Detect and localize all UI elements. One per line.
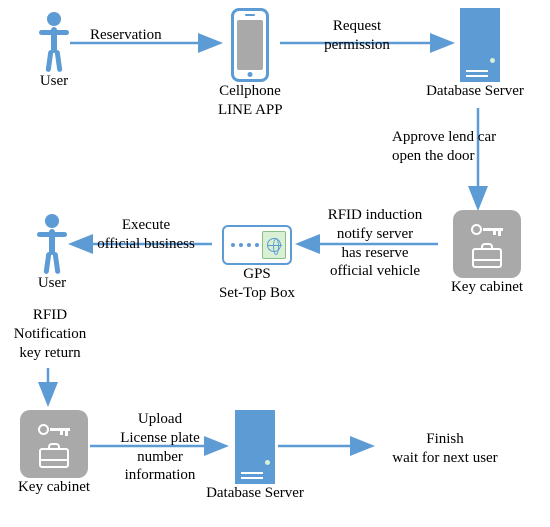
edge-execute: Execute official business — [86, 216, 206, 254]
edge-request: Request permission — [312, 17, 402, 55]
user-icon — [32, 214, 72, 274]
edge-rfid-l2: notify server — [315, 225, 435, 244]
user2-sub-l3: key return — [0, 344, 100, 363]
edge-execute-l1: Execute — [86, 216, 206, 235]
edge-rfid-l1: RFID induction — [315, 206, 435, 225]
phone-label-2: LINE APP — [218, 101, 282, 120]
edge-rfid: RFID induction notify server has reserve… — [315, 206, 435, 281]
user2-sub-l2: Notification — [0, 325, 100, 344]
key-cabinet-icon — [20, 410, 88, 478]
edge-approve-l2: open the door — [392, 147, 542, 166]
edge-approve: Approve lend car open the door — [392, 128, 542, 166]
cellphone-node: Cellphone LINE APP — [218, 8, 282, 120]
edge-request-l1: Request — [312, 17, 402, 36]
gps-label-1: GPS — [212, 265, 302, 284]
cabinet1-label: Key cabinet — [442, 278, 532, 297]
edge-request-l2: permission — [312, 36, 402, 55]
cellphone-icon — [231, 8, 269, 82]
cabinet2-label: Key cabinet — [14, 478, 94, 497]
phone-label-1: Cellphone — [218, 82, 282, 101]
edge-upload-l4: information — [105, 466, 215, 485]
server-node-2: Database Server — [200, 410, 310, 503]
server-icon — [235, 410, 275, 484]
edge-reservation: Reservation — [90, 26, 162, 45]
edge-upload-l1: Upload — [105, 410, 215, 429]
server1-label: Database Server — [420, 82, 530, 101]
user1-label: User — [24, 72, 84, 91]
key-cabinet-node-1: Key cabinet — [442, 210, 532, 297]
user-icon — [34, 12, 74, 72]
edge-upload-l2: License plate — [105, 429, 215, 448]
server2-label: Database Server — [200, 484, 310, 503]
edge-execute-l2: official business — [86, 235, 206, 254]
edge-approve-l1: Approve lend car — [392, 128, 542, 147]
edge-rfid-l4: official vehicle — [315, 262, 435, 281]
finish-l1: Finish — [370, 430, 520, 449]
finish-node: Finish wait for next user — [370, 430, 520, 468]
user2-sub: RFID Notification key return — [0, 306, 100, 362]
key-cabinet-node-2: Key cabinet — [14, 410, 94, 497]
server-node-1: Database Server — [430, 8, 530, 101]
gps-icon — [222, 225, 292, 265]
user-node-1: User — [24, 12, 84, 91]
server-icon — [460, 8, 500, 82]
user-node-2: User — [22, 214, 82, 293]
key-cabinet-icon — [453, 210, 521, 278]
gps-node: GPS Set-Top Box — [212, 225, 302, 303]
finish-l2: wait for next user — [370, 449, 520, 468]
edge-upload-l3: number — [105, 448, 215, 467]
user2-sub-l1: RFID — [0, 306, 100, 325]
gps-label-2: Set-Top Box — [212, 284, 302, 303]
edge-upload: Upload License plate number information — [105, 410, 215, 485]
user2-label: User — [22, 274, 82, 293]
edge-rfid-l3: has reserve — [315, 244, 435, 263]
